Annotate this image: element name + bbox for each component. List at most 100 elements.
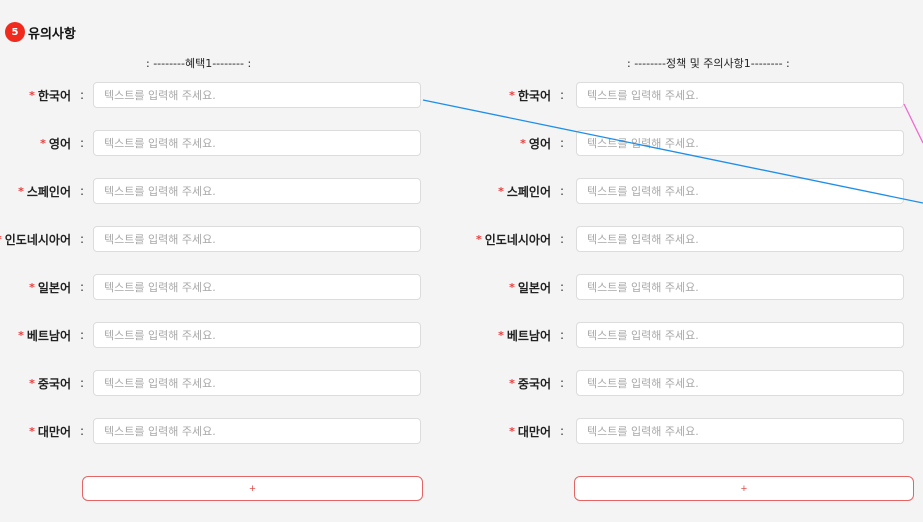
- field-label-text: 인도네시아어: [4, 232, 71, 247]
- benefit-input-1[interactable]: [93, 130, 421, 156]
- policy-row-2: * 스페인어:: [480, 177, 904, 205]
- field-label: * 대만어: [0, 423, 71, 440]
- benefit-input-5[interactable]: [93, 322, 421, 348]
- field-colon: :: [559, 184, 565, 198]
- field-colon: :: [79, 136, 85, 150]
- field-colon: :: [79, 328, 85, 342]
- required-mark: *: [40, 136, 46, 150]
- benefit-row-2: * 스페인어:: [0, 177, 421, 205]
- field-colon: :: [559, 376, 565, 390]
- field-label: * 한국어: [480, 87, 551, 104]
- policy-row-4: * 일본어:: [480, 273, 904, 301]
- field-label-text: 중국어: [517, 376, 551, 391]
- field-label: * 스페인어: [480, 183, 551, 200]
- section-header: 5 유의사항: [5, 21, 76, 43]
- required-mark: *: [509, 376, 515, 390]
- policy-row-6: * 중국어:: [480, 369, 904, 397]
- connector-line-pink: [903, 103, 923, 144]
- benefit-input-2[interactable]: [93, 178, 421, 204]
- field-label-text: 베트남어: [26, 328, 71, 343]
- field-label-text: 중국어: [37, 376, 71, 391]
- field-colon: :: [559, 232, 565, 246]
- field-colon: :: [559, 328, 565, 342]
- benefit-input-0[interactable]: [93, 82, 421, 108]
- benefit-row-6: * 중국어:: [0, 369, 421, 397]
- field-label-text: 일본어: [517, 280, 551, 295]
- field-label: *인도네시아어: [476, 231, 551, 248]
- field-colon: :: [559, 280, 565, 294]
- field-label-text: 영어: [48, 136, 71, 151]
- policy-input-3[interactable]: [576, 226, 904, 252]
- field-label-text: 대만어: [517, 424, 551, 439]
- field-colon: :: [79, 424, 85, 438]
- field-label: * 일본어: [0, 279, 71, 296]
- policy-input-0[interactable]: [576, 82, 904, 108]
- required-mark: *: [29, 88, 35, 102]
- field-label: * 한국어: [0, 87, 71, 104]
- field-label-text: 한국어: [37, 88, 71, 103]
- column-title-benefit: : --------혜택1-------- :: [146, 57, 252, 70]
- policy-row-1: * 영어:: [480, 129, 904, 157]
- required-mark: *: [509, 424, 515, 438]
- field-label: * 일본어: [480, 279, 551, 296]
- field-label-text: 베트남어: [506, 328, 551, 343]
- field-label: * 중국어: [480, 375, 551, 392]
- field-colon: :: [79, 376, 85, 390]
- required-mark: *: [18, 184, 24, 198]
- field-colon: :: [79, 280, 85, 294]
- field-colon: :: [559, 88, 565, 102]
- benefit-input-6[interactable]: [93, 370, 421, 396]
- field-label: * 베트남어: [480, 327, 551, 344]
- field-label: * 영어: [480, 135, 551, 152]
- required-mark: *: [29, 376, 35, 390]
- required-mark: *: [498, 328, 504, 342]
- required-mark: *: [498, 184, 504, 198]
- benefit-input-3[interactable]: [93, 226, 421, 252]
- column-title-policy: : --------정책 및 주의사항1-------- :: [627, 57, 790, 70]
- benefit-row-5: * 베트남어:: [0, 321, 421, 349]
- field-label-text: 스페인어: [506, 184, 551, 199]
- required-mark: *: [0, 233, 2, 246]
- field-colon: :: [559, 424, 565, 438]
- policy-input-1[interactable]: [576, 130, 904, 156]
- field-label: * 대만어: [480, 423, 551, 440]
- field-colon: :: [79, 232, 85, 246]
- field-label: * 베트남어: [0, 327, 71, 344]
- field-label-text: 한국어: [517, 88, 551, 103]
- section-title: 유의사항: [28, 26, 76, 42]
- required-mark: *: [475, 232, 482, 246]
- benefit-row-1: * 영어:: [0, 129, 421, 157]
- add-policy-button[interactable]: +: [574, 476, 914, 501]
- required-mark: *: [29, 424, 35, 438]
- benefit-row-3: *인도네시아어:: [0, 225, 421, 253]
- policy-input-4[interactable]: [576, 274, 904, 300]
- policy-input-5[interactable]: [576, 322, 904, 348]
- field-label-text: 인도네시아어: [484, 232, 551, 247]
- policy-row-5: * 베트남어:: [480, 321, 904, 349]
- add-benefit-button[interactable]: +: [82, 476, 423, 501]
- field-label: * 스페인어: [0, 183, 71, 200]
- policy-input-6[interactable]: [576, 370, 904, 396]
- section-number-badge: 5: [5, 22, 25, 42]
- benefit-row-4: * 일본어:: [0, 273, 421, 301]
- field-label-text: 일본어: [37, 280, 71, 295]
- policy-row-7: * 대만어:: [480, 417, 904, 445]
- field-colon: :: [79, 184, 85, 198]
- policy-input-2[interactable]: [576, 178, 904, 204]
- policy-input-7[interactable]: [576, 418, 904, 444]
- benefit-row-0: * 한국어:: [0, 81, 421, 109]
- required-mark: *: [509, 88, 515, 102]
- required-mark: *: [29, 280, 35, 294]
- field-label-text: 대만어: [37, 424, 71, 439]
- benefit-input-7[interactable]: [93, 418, 421, 444]
- benefit-input-4[interactable]: [93, 274, 421, 300]
- field-label: * 영어: [0, 135, 71, 152]
- field-colon: :: [559, 136, 565, 150]
- field-label: *인도네시아어: [0, 231, 71, 248]
- field-colon: :: [79, 88, 85, 102]
- required-mark: *: [520, 136, 526, 150]
- policy-row-3: * 인도네시아어:: [476, 225, 904, 253]
- required-mark: *: [18, 328, 24, 342]
- benefit-row-7: * 대만어:: [0, 417, 421, 445]
- policy-row-0: * 한국어:: [480, 81, 904, 109]
